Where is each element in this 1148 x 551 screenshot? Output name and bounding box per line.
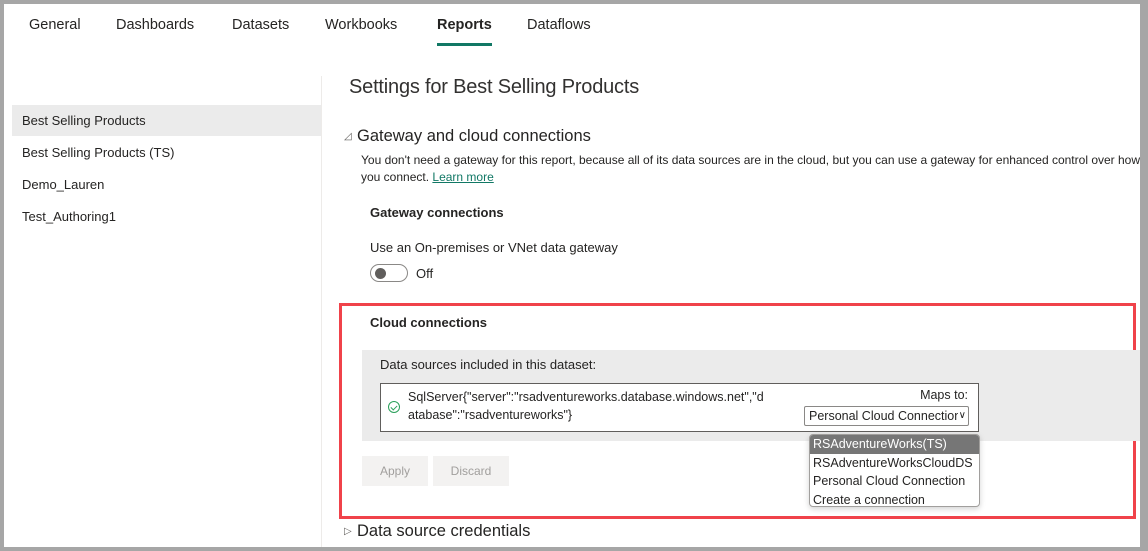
- dropdown-option[interactable]: RSAdventureWorksCloudDS: [810, 454, 979, 473]
- dropdown-option[interactable]: Personal Cloud Connection: [810, 472, 979, 491]
- tab-dashboards[interactable]: Dashboards: [116, 17, 194, 33]
- page-title: Settings for Best Selling Products: [349, 76, 640, 98]
- gateway-connections-heading: Gateway connections: [370, 205, 504, 220]
- connection-dropdown-list: RSAdventureWorks(TS) RSAdventureWorksClo…: [809, 434, 980, 507]
- dropdown-option[interactable]: RSAdventureWorks(TS): [810, 435, 979, 454]
- data-source-row: SqlServer{"server":"rsadventureworks.dat…: [380, 383, 979, 432]
- gateway-toggle-label: Use an On-premises or VNet data gateway: [370, 240, 618, 255]
- connection-select-value: Personal Cloud Connection: [809, 409, 962, 423]
- triangle-right-icon: ▷: [344, 526, 352, 537]
- maps-to-label: Maps to:: [920, 388, 968, 402]
- check-circle-icon: [388, 401, 400, 413]
- apply-button[interactable]: Apply: [362, 456, 428, 486]
- settings-window: General Dashboards Datasets Workbooks Re…: [4, 4, 1140, 547]
- chevron-down-icon: ∨: [957, 407, 966, 425]
- cloud-connections-heading: Cloud connections: [370, 315, 487, 330]
- tab-datasets[interactable]: Datasets: [232, 17, 289, 33]
- tab-general[interactable]: General: [29, 17, 81, 33]
- triangle-down-icon: ◿: [344, 131, 352, 142]
- report-list-item[interactable]: Best Selling Products (TS): [12, 137, 321, 168]
- report-list-item[interactable]: Demo_Lauren: [12, 169, 321, 200]
- toggle-state-label: Off: [416, 266, 434, 281]
- report-list: Best Selling Products Best Selling Produ…: [4, 64, 321, 547]
- gateway-toggle[interactable]: [370, 264, 408, 282]
- learn-more-link[interactable]: Learn more: [432, 170, 493, 184]
- gateway-section-title: Gateway and cloud connections: [357, 127, 591, 145]
- gateway-description: You don't need a gateway for this report…: [361, 152, 1140, 185]
- data-source-name: SqlServer{"server":"rsadventureworks.dat…: [408, 390, 764, 422]
- connection-select[interactable]: Personal Cloud Connection ∨: [804, 406, 969, 426]
- credentials-section-header[interactable]: ▷ Data source credentials: [344, 522, 530, 541]
- dropdown-option[interactable]: Create a connection: [810, 491, 979, 507]
- gateway-section-header[interactable]: ◿ Gateway and cloud connections: [344, 127, 591, 146]
- report-list-item[interactable]: Test_Authoring1: [12, 201, 321, 232]
- credentials-section-title: Data source credentials: [357, 522, 531, 540]
- data-sources-label: Data sources included in this dataset:: [380, 357, 597, 372]
- toggle-knob: [375, 268, 386, 279]
- data-sources-panel: Data sources included in this dataset: S…: [362, 350, 1140, 441]
- settings-panel: Settings for Best Selling Products ◿ Gat…: [322, 4, 1140, 547]
- report-list-item[interactable]: Best Selling Products: [12, 105, 321, 136]
- discard-button[interactable]: Discard: [433, 456, 509, 486]
